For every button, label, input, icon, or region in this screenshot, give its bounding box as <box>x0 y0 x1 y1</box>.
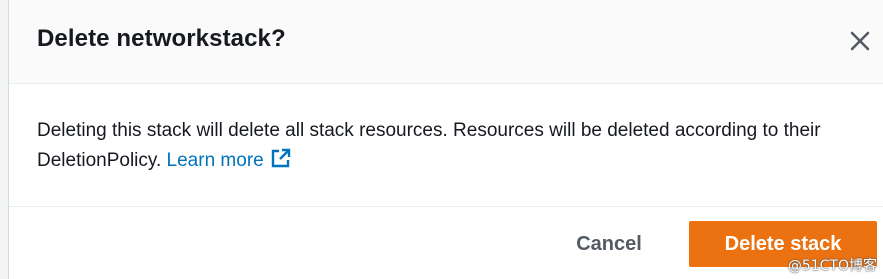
dialog-message: Deleting this stack will delete all stac… <box>37 120 821 171</box>
dialog-header: Delete networkstack? <box>9 0 883 84</box>
external-link-icon <box>271 148 290 168</box>
close-button[interactable] <box>845 26 875 56</box>
watermark: @51CTO博客 <box>787 258 877 274</box>
learn-more-label: Learn more <box>166 150 264 171</box>
dialog-title: Delete networkstack? <box>37 25 286 52</box>
close-icon <box>850 31 870 51</box>
dialog-body: Deleting this stack will delete all stac… <box>37 116 877 176</box>
dialog-footer: Cancel Delete stack <box>9 206 883 279</box>
delete-stack-dialog: Delete networkstack? Deleting this stack… <box>8 0 883 279</box>
learn-more-link[interactable]: Learn more <box>166 148 292 171</box>
cancel-button[interactable]: Cancel <box>554 223 664 265</box>
